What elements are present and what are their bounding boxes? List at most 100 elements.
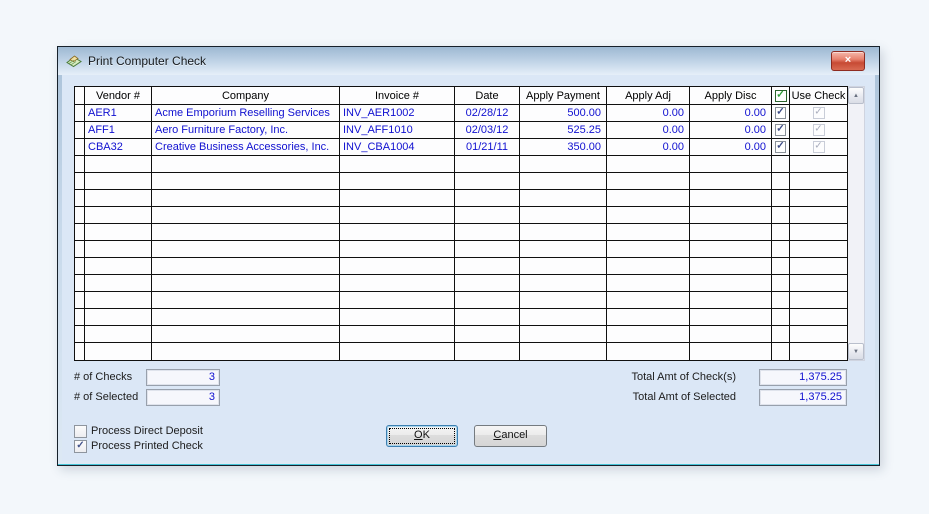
row-selector[interactable] xyxy=(75,275,85,291)
table-row-empty[interactable] xyxy=(75,275,847,292)
cell-apply-payment[interactable]: 350.00 xyxy=(520,139,607,155)
table-row-empty[interactable] xyxy=(75,241,847,258)
row-selector[interactable] xyxy=(75,309,85,325)
cell-invoice[interactable] xyxy=(340,326,455,342)
cell-select[interactable] xyxy=(772,156,790,172)
cell-select[interactable]: ✓ xyxy=(772,122,790,138)
cell-apply-disc[interactable] xyxy=(690,190,772,206)
cell-use-check[interactable] xyxy=(790,156,847,172)
row-selector[interactable] xyxy=(75,207,85,223)
cell-vendor[interactable] xyxy=(85,241,152,257)
cell-vendor[interactable]: AER1 xyxy=(85,105,152,121)
row-selector[interactable] xyxy=(75,105,85,121)
cell-invoice[interactable] xyxy=(340,275,455,291)
cell-use-check[interactable] xyxy=(790,190,847,206)
col-header-select-all[interactable]: ✓ xyxy=(772,87,790,104)
cell-vendor[interactable] xyxy=(85,343,152,360)
process-direct-deposit-option[interactable]: Process Direct Deposit xyxy=(74,424,203,438)
cell-date[interactable] xyxy=(455,190,520,206)
cell-use-check[interactable] xyxy=(790,224,847,240)
cell-select[interactable]: ✓ xyxy=(772,105,790,121)
cell-company[interactable] xyxy=(152,258,340,274)
cell-invoice[interactable]: INV_AFF1010 xyxy=(340,122,455,138)
cell-apply-adj[interactable]: 0.00 xyxy=(607,139,690,155)
cell-apply-disc[interactable] xyxy=(690,343,772,360)
row-selector[interactable] xyxy=(75,326,85,342)
row-selector[interactable] xyxy=(75,343,85,360)
cell-date[interactable] xyxy=(455,156,520,172)
cell-apply-disc[interactable] xyxy=(690,241,772,257)
cell-apply-payment[interactable] xyxy=(520,309,607,325)
cell-vendor[interactable] xyxy=(85,275,152,291)
cell-apply-disc[interactable] xyxy=(690,275,772,291)
cell-invoice[interactable] xyxy=(340,190,455,206)
row-selector[interactable] xyxy=(75,292,85,308)
cell-vendor[interactable]: CBA32 xyxy=(85,139,152,155)
table-row-empty[interactable] xyxy=(75,224,847,241)
cell-use-check[interactable] xyxy=(790,207,847,223)
cell-select[interactable] xyxy=(772,292,790,308)
row-select-checkbox[interactable]: ✓ xyxy=(775,107,786,119)
table-row[interactable]: AFF1 Aero Furniture Factory, Inc. INV_AF… xyxy=(75,122,847,139)
cell-apply-payment[interactable]: 500.00 xyxy=(520,105,607,121)
cell-invoice[interactable] xyxy=(340,156,455,172)
scroll-down-button[interactable]: ▼ xyxy=(848,343,864,360)
cell-date[interactable]: 01/21/11 xyxy=(455,139,520,155)
cell-apply-payment[interactable] xyxy=(520,156,607,172)
cell-apply-disc[interactable]: 0.00 xyxy=(690,122,772,138)
cell-company[interactable] xyxy=(152,224,340,240)
cell-apply-payment[interactable] xyxy=(520,292,607,308)
cell-vendor[interactable] xyxy=(85,292,152,308)
row-selector[interactable] xyxy=(75,258,85,274)
cell-apply-payment[interactable] xyxy=(520,275,607,291)
cell-vendor[interactable] xyxy=(85,309,152,325)
cell-select[interactable] xyxy=(772,241,790,257)
cell-select[interactable] xyxy=(772,173,790,189)
cell-invoice[interactable] xyxy=(340,292,455,308)
cell-apply-disc[interactable] xyxy=(690,258,772,274)
cell-date[interactable] xyxy=(455,224,520,240)
cell-date[interactable] xyxy=(455,258,520,274)
cell-vendor[interactable] xyxy=(85,207,152,223)
cell-date[interactable] xyxy=(455,275,520,291)
cell-select[interactable] xyxy=(772,309,790,325)
cell-apply-adj[interactable] xyxy=(607,190,690,206)
cell-apply-payment[interactable] xyxy=(520,173,607,189)
cell-vendor[interactable] xyxy=(85,224,152,240)
cell-company[interactable] xyxy=(152,173,340,189)
cell-vendor[interactable] xyxy=(85,258,152,274)
scrollbar-track[interactable] xyxy=(848,104,864,343)
cell-select[interactable] xyxy=(772,258,790,274)
cell-apply-payment[interactable] xyxy=(520,258,607,274)
cell-use-check[interactable] xyxy=(790,309,847,325)
cell-company[interactable] xyxy=(152,275,340,291)
cell-invoice[interactable] xyxy=(340,258,455,274)
cell-vendor[interactable] xyxy=(85,156,152,172)
row-selector[interactable] xyxy=(75,224,85,240)
table-row-empty[interactable] xyxy=(75,258,847,275)
cell-vendor[interactable] xyxy=(85,190,152,206)
cell-invoice[interactable]: INV_AER1002 xyxy=(340,105,455,121)
cell-apply-adj[interactable] xyxy=(607,326,690,342)
row-select-checkbox[interactable]: ✓ xyxy=(775,141,786,153)
close-button[interactable]: × xyxy=(831,51,865,71)
cell-invoice[interactable] xyxy=(340,241,455,257)
cell-select[interactable] xyxy=(772,343,790,360)
cell-apply-disc[interactable] xyxy=(690,156,772,172)
cell-apply-adj[interactable] xyxy=(607,275,690,291)
cell-apply-adj[interactable] xyxy=(607,309,690,325)
cell-use-check[interactable] xyxy=(790,275,847,291)
cell-invoice[interactable] xyxy=(340,173,455,189)
cell-apply-adj[interactable] xyxy=(607,343,690,360)
table-row-empty[interactable] xyxy=(75,309,847,326)
cell-company[interactable] xyxy=(152,241,340,257)
ok-button[interactable]: OK xyxy=(386,425,458,447)
cell-use-check[interactable] xyxy=(790,343,847,360)
table-row-empty[interactable] xyxy=(75,173,847,190)
row-selector[interactable] xyxy=(75,190,85,206)
table-row-empty[interactable] xyxy=(75,326,847,343)
cell-apply-payment[interactable] xyxy=(520,326,607,342)
cell-apply-disc[interactable] xyxy=(690,173,772,189)
cell-apply-disc[interactable] xyxy=(690,309,772,325)
row-selector[interactable] xyxy=(75,173,85,189)
